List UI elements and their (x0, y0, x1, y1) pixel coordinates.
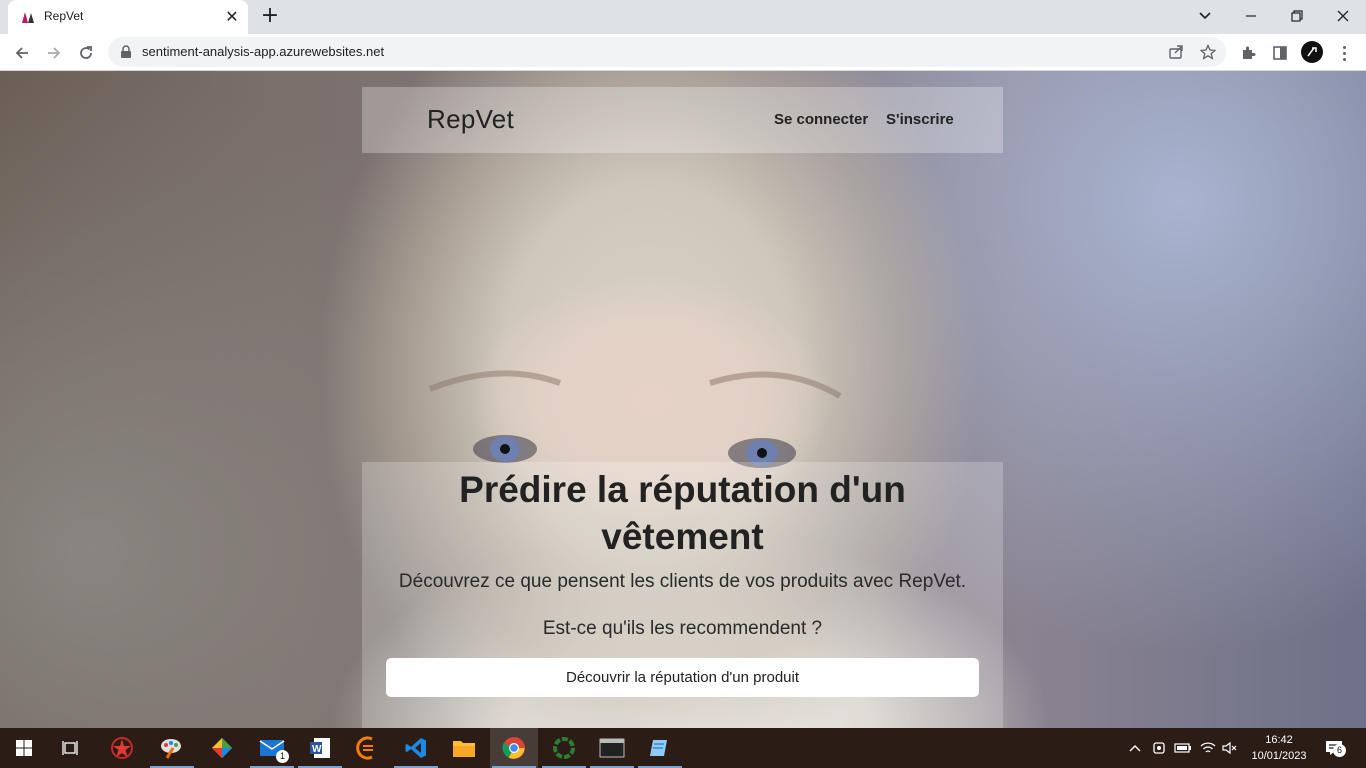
hero-question: Est-ce qu'ils les recommendent ? (542, 618, 823, 639)
notifications-icon[interactable]: 6 (1324, 738, 1346, 758)
eclipse-icon[interactable] (344, 728, 392, 768)
svg-text:W: W (312, 744, 322, 755)
clock-date: 10/01/2023 (1251, 750, 1307, 762)
volume-muted-icon[interactable] (1220, 738, 1240, 758)
tab-close-icon[interactable]: ✕ (222, 7, 242, 27)
discover-reputation-button[interactable]: Découvrir la réputation d'un produit (386, 658, 979, 697)
hero-background: RepVet Se connecter S'inscrire Prédire l… (0, 71, 1366, 728)
site-navbar: RepVet Se connecter S'inscrire (362, 87, 1003, 153)
browser-tab[interactable]: RepVet ✕ (8, 0, 248, 34)
restore-icon[interactable] (1274, 0, 1320, 32)
back-icon[interactable] (8, 39, 36, 67)
hero-subtitle: Découvrez ce que pensent les clients de … (398, 571, 967, 592)
new-tab-button[interactable]: + (258, 5, 282, 29)
browser-toolbar: sentiment-analysis-app.azurewebsites.net (0, 34, 1366, 71)
app-green-ring-icon[interactable] (540, 728, 588, 768)
file-explorer-icon[interactable] (440, 728, 488, 768)
notifications-badge: 6 (1333, 744, 1346, 757)
address-bar[interactable]: sentiment-analysis-app.azurewebsites.net (108, 37, 1226, 67)
app-multicolor-icon[interactable] (198, 728, 246, 768)
system-clock[interactable]: 16:42 10/01/2023 (1244, 732, 1314, 764)
clock-time: 16:42 (1265, 734, 1293, 746)
chevron-up-icon[interactable] (1125, 738, 1145, 758)
mail-icon[interactable]: 1 (248, 728, 296, 768)
battery-icon[interactable] (1173, 738, 1193, 758)
terminal-icon[interactable] (588, 728, 636, 768)
windows-taskbar: 1 W 16:42 10/01/2023 6 (0, 728, 1366, 768)
profile-avatar[interactable] (1301, 41, 1323, 63)
signup-link[interactable]: S'inscrire (886, 111, 954, 128)
url-text[interactable]: sentiment-analysis-app.azurewebsites.net (142, 44, 384, 59)
task-view-icon[interactable] (48, 728, 96, 768)
menu-icon[interactable] (1336, 42, 1352, 64)
wifi-icon[interactable] (1198, 738, 1218, 758)
tab-strip: RepVet ✕ + (0, 0, 1366, 34)
forward-icon[interactable] (40, 39, 68, 67)
start-icon[interactable] (0, 728, 48, 768)
login-link[interactable]: Se connecter (774, 111, 868, 128)
tab-title: RepVet (44, 9, 84, 23)
vscode-icon[interactable] (392, 728, 440, 768)
share-icon[interactable] (1166, 42, 1186, 62)
app-paint-icon[interactable] (148, 728, 196, 768)
hero-title-line2: vêtement (601, 516, 764, 557)
bookmark-star-icon[interactable] (1198, 42, 1218, 62)
device-icon[interactable] (1149, 738, 1169, 758)
side-panel-icon[interactable] (1269, 42, 1291, 64)
word-icon[interactable]: W (296, 728, 344, 768)
chrome-icon[interactable] (490, 728, 538, 768)
close-icon[interactable] (1320, 0, 1366, 32)
app-notepad-icon[interactable] (636, 728, 684, 768)
reload-icon[interactable] (72, 39, 100, 67)
hero-title: Prédire la réputation d'un vêtement (362, 466, 1003, 560)
mail-badge: 1 (276, 750, 289, 763)
lock-icon[interactable] (120, 45, 132, 59)
repvet-favicon-icon (22, 12, 34, 23)
site-brand[interactable]: RepVet (427, 104, 514, 135)
minimize-icon[interactable] (1228, 0, 1274, 32)
extensions-icon[interactable] (1237, 42, 1259, 64)
hero-title-line1: Prédire la réputation d'un (459, 469, 906, 510)
hero-card: Prédire la réputation d'un vêtement Déco… (362, 462, 1003, 728)
app-red-star-icon[interactable] (98, 728, 146, 768)
tab-search-icon[interactable] (1182, 0, 1228, 32)
